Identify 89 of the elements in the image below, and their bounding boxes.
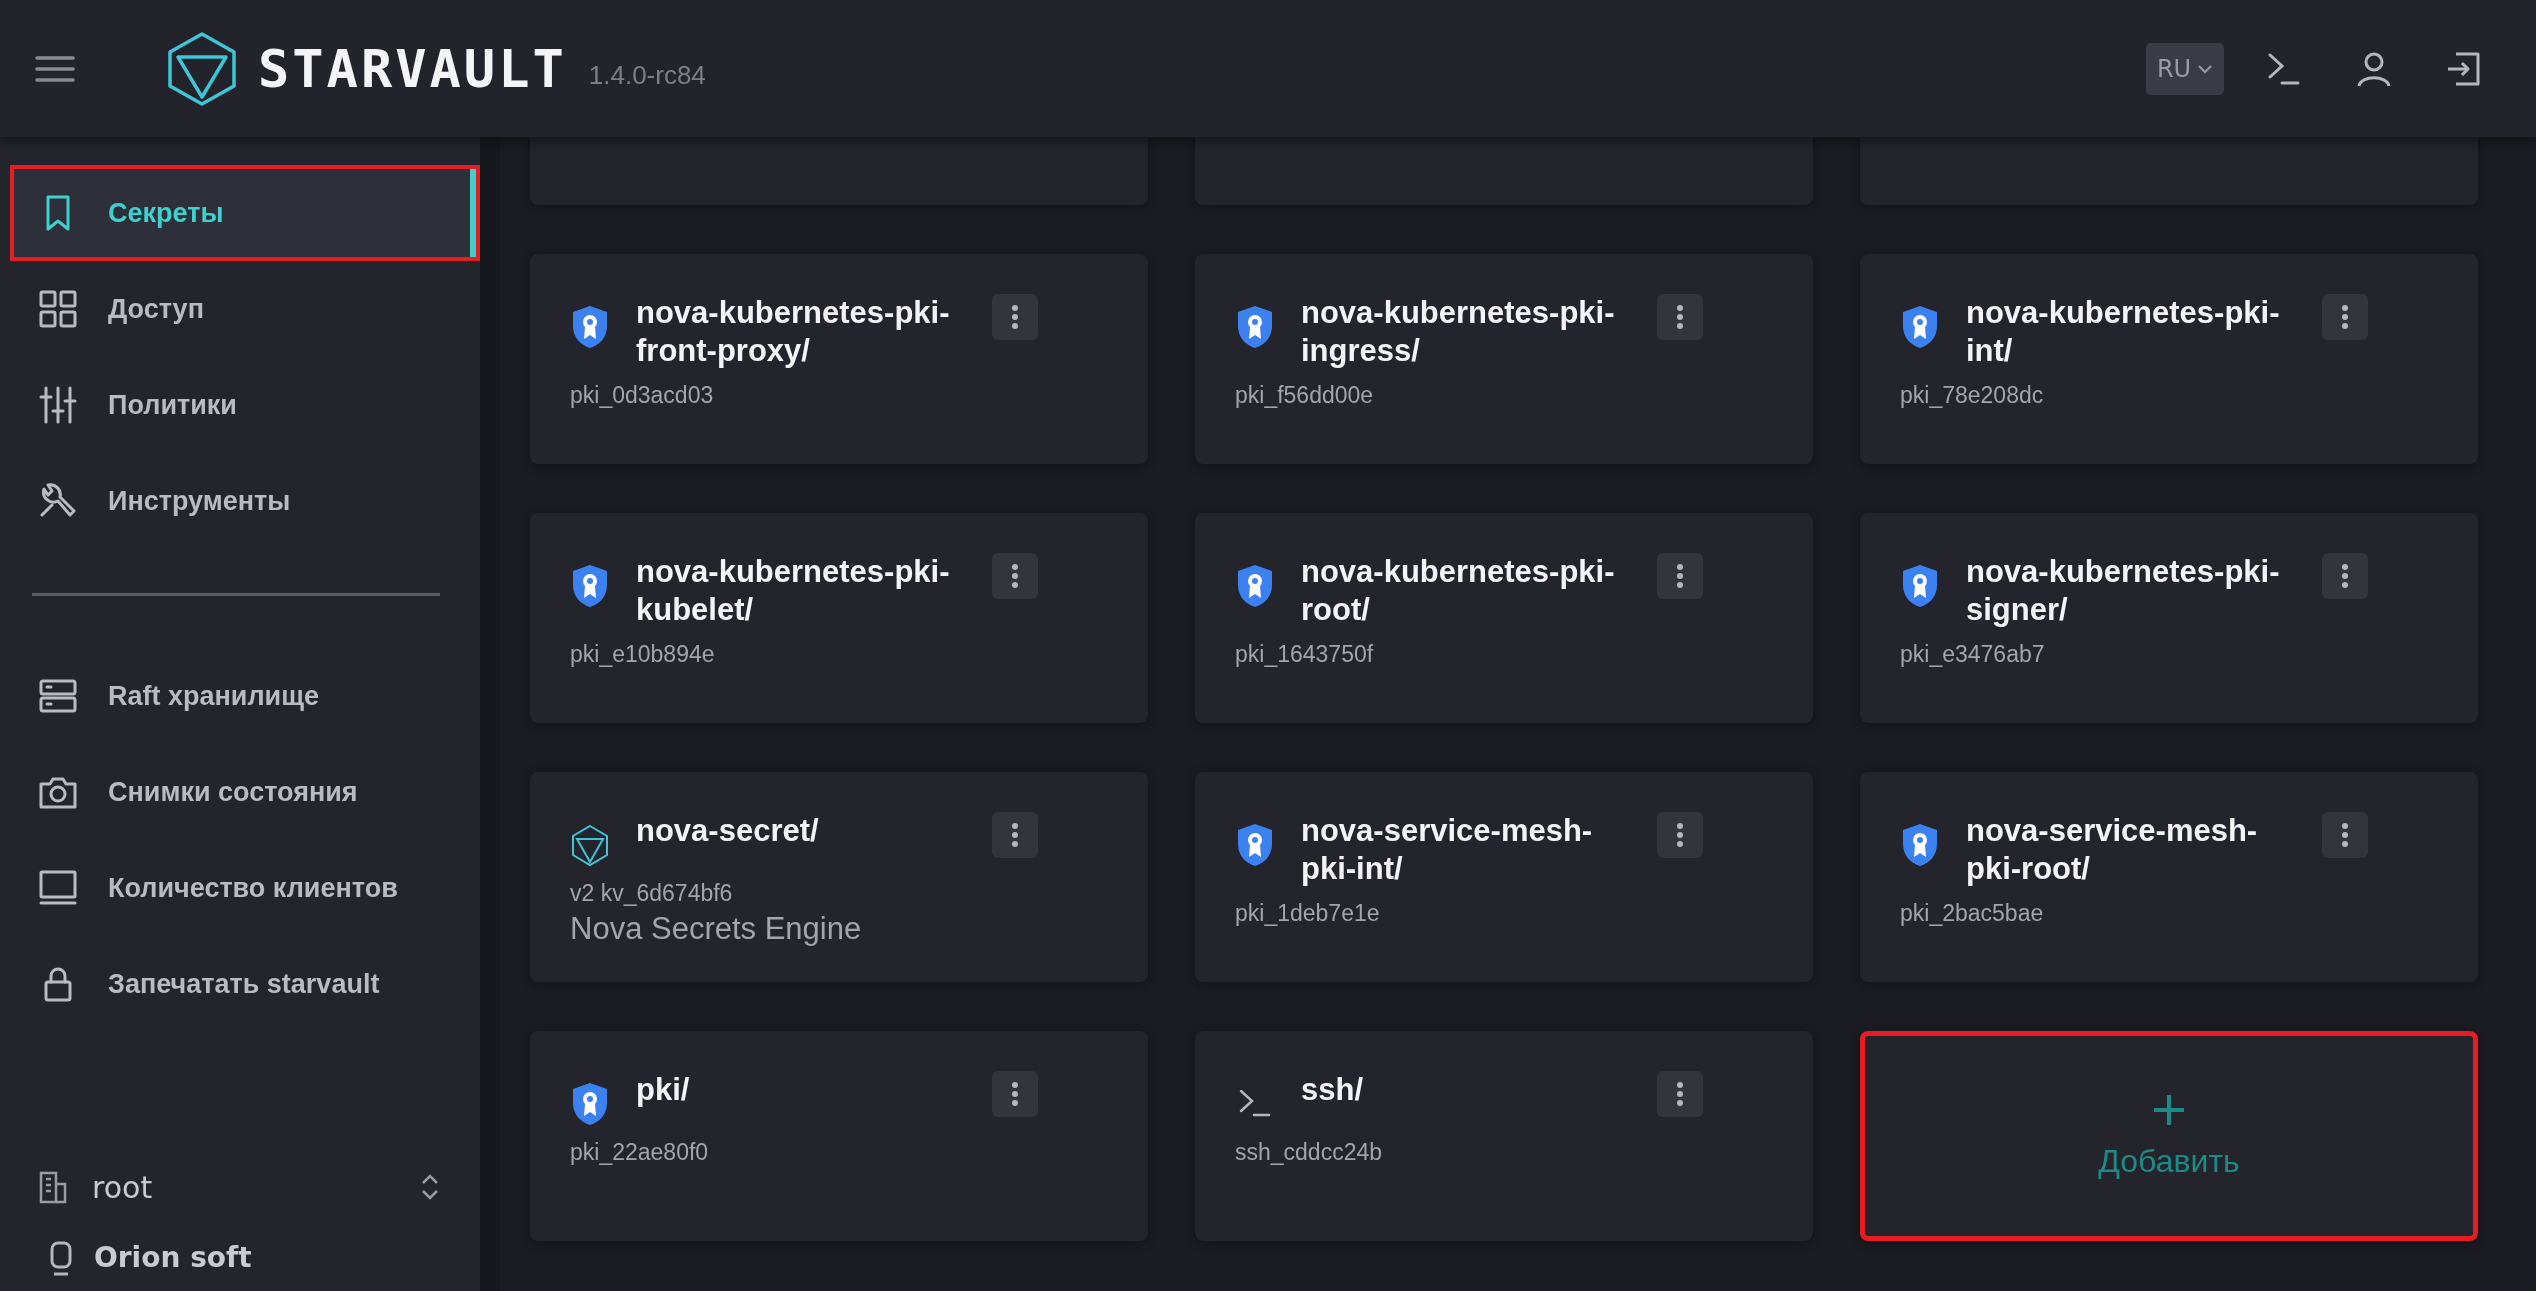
engine-name[interactable]: nova-kubernetes-pki-signer/ — [1966, 553, 2296, 629]
shield-icon — [1235, 304, 1275, 350]
sidebar-item[interactable]: Инструменты — [10, 453, 480, 549]
more-options-button[interactable] — [2322, 553, 2368, 599]
grid-icon — [38, 289, 78, 329]
sidebar-item[interactable]: Доступ — [10, 261, 480, 357]
kebab-menu-icon — [1676, 822, 1684, 848]
language-dropdown[interactable]: RU — [2146, 42, 2224, 95]
secret-engine-card[interactable]: nova-kubernetes-pki-int/ pki_78e208dc — [1860, 254, 2478, 464]
engine-name[interactable]: nova-kubernetes-pki-root/ — [1301, 553, 1631, 629]
chevron-up-down-icon — [420, 1173, 440, 1201]
engine-accessor: pki_e3476ab7 — [1900, 641, 2046, 668]
secret-engine-card[interactable]: nova-kubernetes-pki-signer/ pki_e3476ab7 — [1860, 513, 2478, 723]
menu-icon[interactable] — [34, 53, 76, 84]
organization-name: Orion soft — [94, 1240, 252, 1274]
kebab-menu-icon — [2341, 563, 2349, 589]
shield-icon — [570, 304, 610, 350]
sidebar-item[interactable]: Количество клиентов — [10, 840, 480, 936]
building-icon — [38, 1170, 68, 1204]
shield-icon — [1900, 563, 1940, 609]
engine-name[interactable]: nova-kubernetes-pki-int/ — [1966, 294, 2296, 370]
engine-accessor: pki_78e208dc — [1900, 382, 2045, 409]
shield-icon — [570, 563, 610, 609]
version-label: 1.4.0-rc84 — [588, 60, 706, 91]
engine-name[interactable]: nova-kubernetes-pki-kubelet/ — [636, 553, 966, 629]
more-options-button[interactable] — [992, 1071, 1038, 1117]
shield-icon — [1235, 563, 1275, 609]
engine-name[interactable]: nova-service-mesh-pki-root/ — [1966, 812, 2296, 888]
engine-accessor: pki_1deb7e1e — [1235, 900, 1381, 927]
kebab-menu-icon — [1011, 304, 1019, 330]
secret-engine-card[interactable]: nova-service-mesh-pki-root/ pki_2bac5bae — [1860, 772, 2478, 982]
secret-engine-card[interactable]: nova-kubernetes-pki-ingress/ pki_f56dd00e — [1195, 254, 1813, 464]
more-options-button[interactable] — [992, 294, 1038, 340]
more-options-button[interactable] — [1657, 1071, 1703, 1117]
engine-accessor: v2 kv_6d674bf6 — [570, 880, 734, 907]
engine-name[interactable]: ssh/ — [1301, 1071, 1631, 1109]
engine-name[interactable]: nova-service-mesh-pki-int/ — [1301, 812, 1631, 888]
more-options-button[interactable] — [1657, 294, 1703, 340]
shield-icon — [570, 1081, 610, 1127]
engine-description: Nova Secrets Engine — [570, 911, 863, 947]
logo-icon — [166, 30, 238, 107]
engine-name[interactable]: nova-kubernetes-pki-ingress/ — [1301, 294, 1631, 370]
monitor-icon — [38, 868, 78, 908]
secret-engine-card[interactable]: nova-kubernetes-pki-root/ pki_1643750f — [1195, 513, 1813, 723]
engine-accessor: ssh_cddcc24b — [1235, 1139, 1384, 1166]
sidebar-item[interactable]: Секреты — [10, 165, 480, 261]
sidebar-item[interactable]: Запечатать starvault — [10, 936, 480, 1032]
engine-accessor: pki_f56dd00e — [1235, 382, 1375, 409]
kebab-menu-icon — [1676, 563, 1684, 589]
secret-engine-card[interactable]: nova-kubernetes-pki-kubelet/ pki_e10b894e — [530, 513, 1148, 723]
kebab-menu-icon — [1676, 304, 1684, 330]
engine-accessor: pki_2bac5bae — [1900, 900, 2045, 927]
more-options-button[interactable] — [2322, 294, 2368, 340]
plus-icon — [2152, 1092, 2186, 1127]
more-options-button[interactable] — [992, 812, 1038, 858]
kebab-menu-icon — [1011, 563, 1019, 589]
shield-icon — [1900, 822, 1940, 868]
secret-engine-card[interactable]: nova-kubernetes-pki-front-proxy/ pki_0d3acd03 — [530, 254, 1148, 464]
sidebar-item[interactable]: Политики — [10, 357, 480, 453]
sliders-icon — [38, 385, 78, 425]
secret-engine-card[interactable]: nova-service-mesh-pki-int/ pki_1deb7e1e — [1195, 772, 1813, 982]
more-options-button[interactable] — [1657, 812, 1703, 858]
kebab-menu-icon — [1011, 1081, 1019, 1107]
more-options-button[interactable] — [1657, 553, 1703, 599]
product-name: STARVAULT — [258, 38, 567, 99]
sidebar-item[interactable]: Raft хранилище — [10, 648, 480, 744]
secret-engine-card[interactable]: nova-secret/ v2 kv_6d674bf6 Nova Secrets Engine — [530, 772, 1148, 982]
sidebar-item[interactable]: Снимки состояния — [10, 744, 480, 840]
hexagon-icon — [570, 822, 610, 868]
engine-accessor: pki_e10b894e — [570, 641, 716, 668]
add-engine-button[interactable]: Добавить — [1860, 1031, 2478, 1241]
namespace-selector[interactable]: root — [10, 1157, 480, 1217]
more-options-button[interactable] — [2322, 812, 2368, 858]
engine-name[interactable]: nova-secret/ — [636, 812, 966, 850]
kebab-menu-icon — [2341, 822, 2349, 848]
engine-name[interactable]: nova-kubernetes-pki-front-proxy/ — [636, 294, 966, 370]
engine-accessor: pki_0d3acd03 — [570, 382, 715, 409]
engine-accessor: pki_1643750f — [1235, 641, 1375, 668]
kebab-menu-icon — [2341, 304, 2349, 330]
shield-icon — [1235, 822, 1275, 868]
more-options-button[interactable] — [992, 553, 1038, 599]
secret-engine-card[interactable]: pki/ pki_22ae80f0 — [530, 1031, 1148, 1241]
secret-engine-card[interactable]: ssh/ ssh_cddcc24b — [1195, 1031, 1813, 1241]
kebab-menu-icon — [1676, 1081, 1684, 1107]
shield-icon — [1900, 304, 1940, 350]
engine-name[interactable]: pki/ — [636, 1071, 966, 1109]
engine-accessor: pki_22ae80f0 — [570, 1139, 710, 1166]
kebab-menu-icon — [1011, 822, 1019, 848]
chevron-down-icon — [2197, 63, 2214, 74]
